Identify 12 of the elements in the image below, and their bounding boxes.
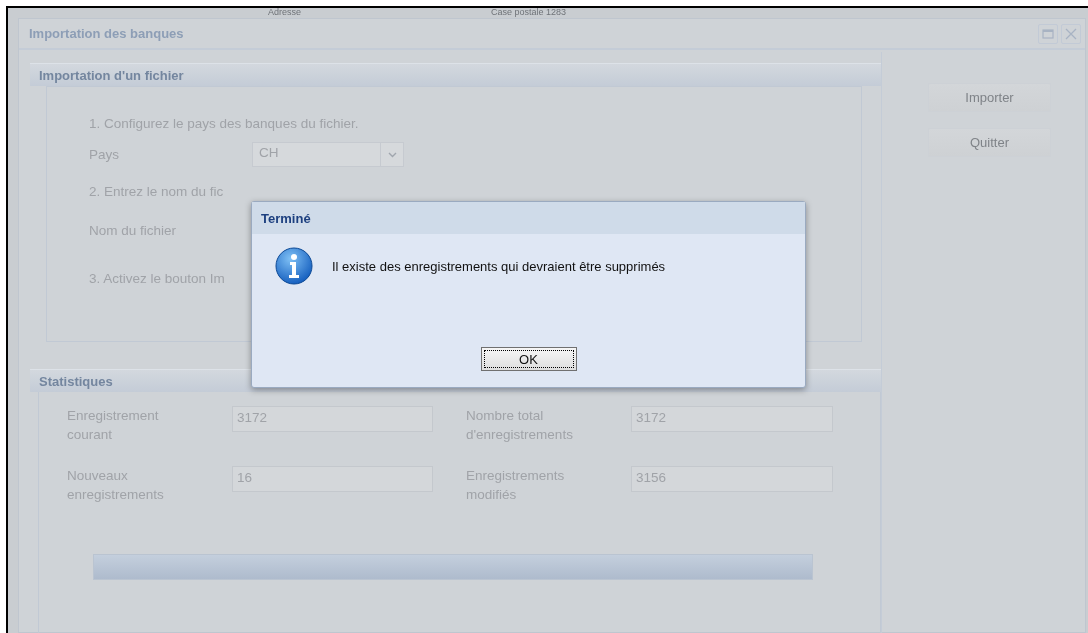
dialog-message: Il existe des enregistrements qui devraient être supprimés (332, 258, 666, 274)
ok-button[interactable]: OK (480, 347, 577, 371)
group-title: Statistiques (39, 373, 113, 389)
column-header: Adresse (268, 8, 302, 18)
chevron-down-icon (387, 151, 397, 158)
close-icon[interactable] (1061, 23, 1081, 44)
maximize-icon[interactable] (1038, 23, 1058, 44)
group-title: Importation d'un fichier (39, 67, 184, 83)
dialog-title: Terminé (261, 210, 311, 226)
table-cell: Case postale 1283 (491, 8, 567, 18)
window-title: Importation des banques (29, 26, 185, 41)
info-icon (274, 246, 314, 286)
